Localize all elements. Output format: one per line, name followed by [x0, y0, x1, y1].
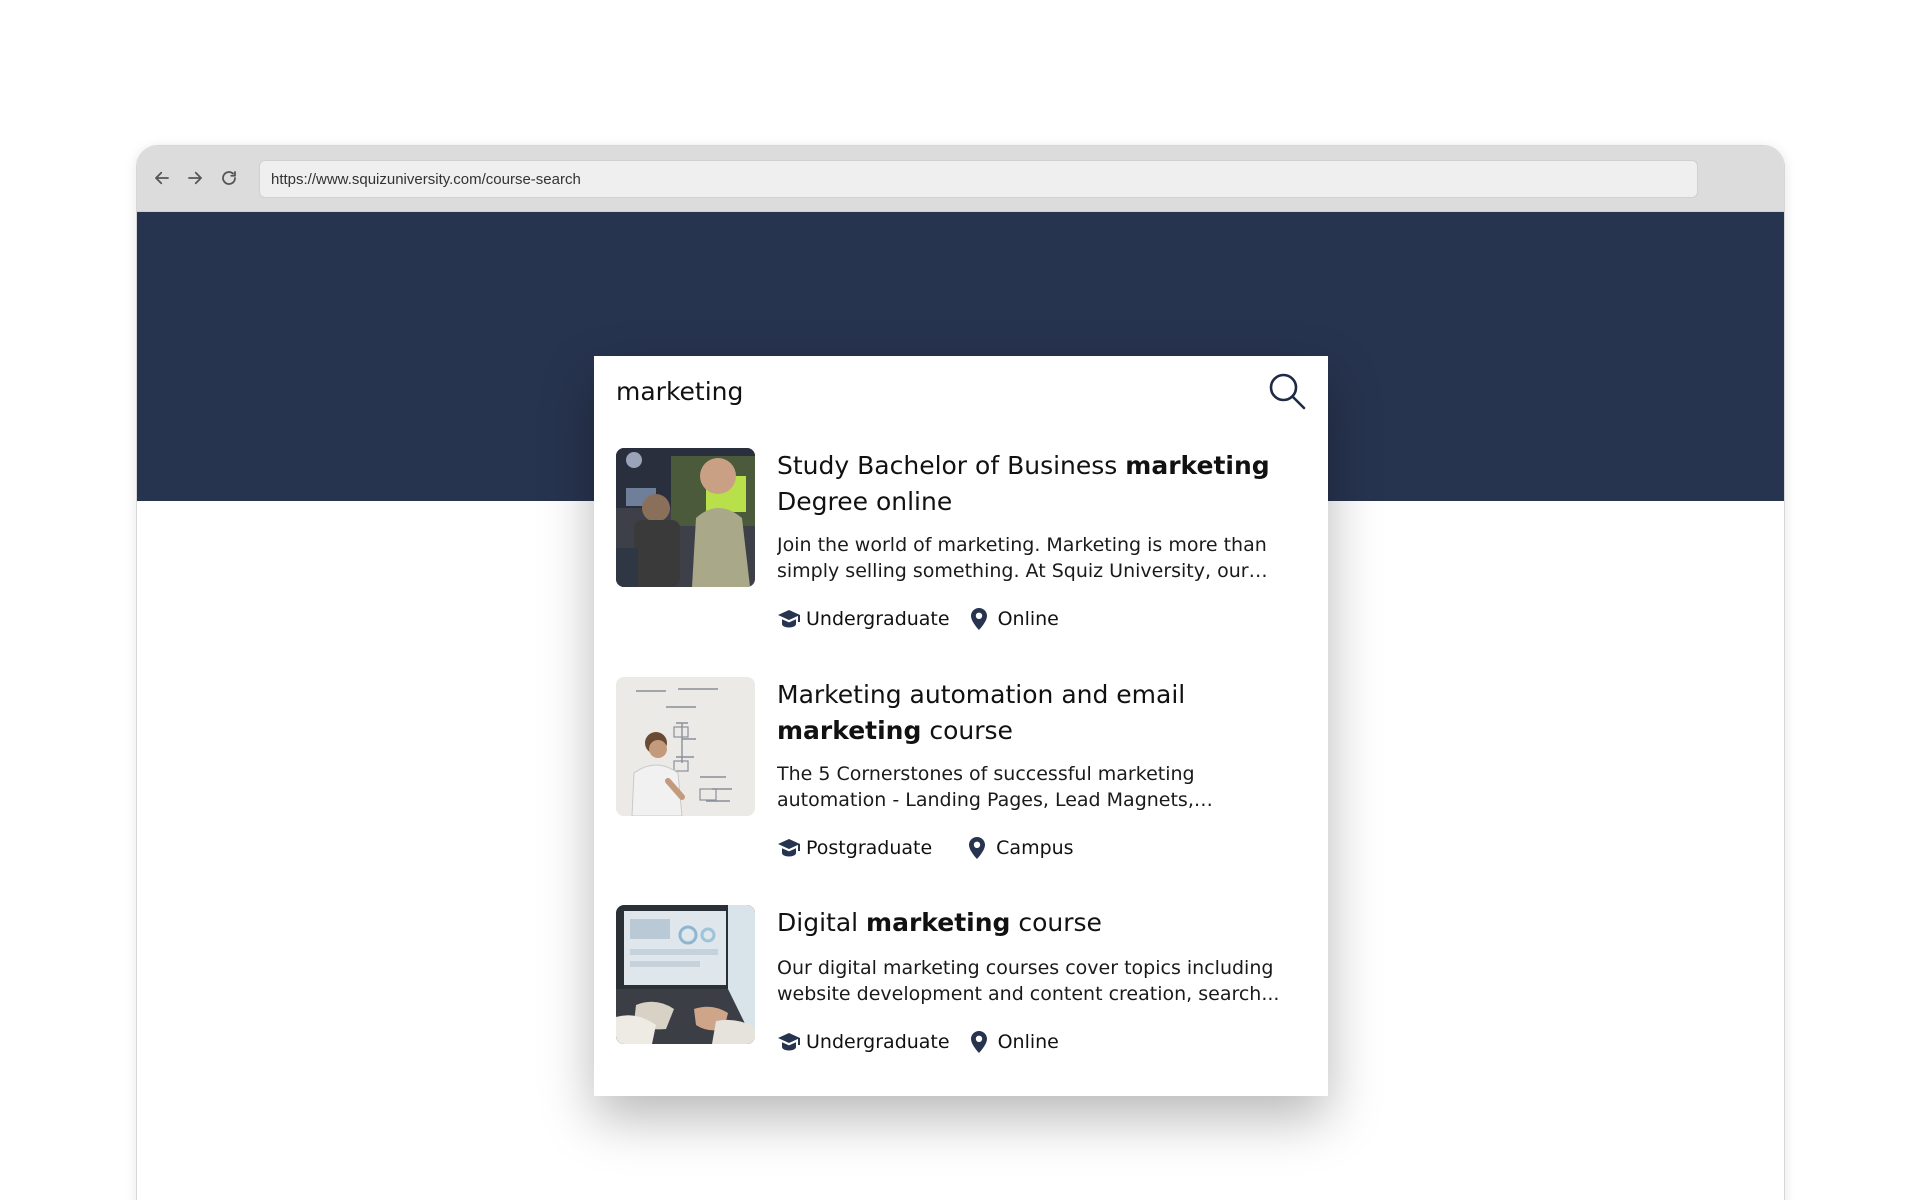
search-bar [594, 356, 1328, 426]
search-result-2[interactable]: Marketing automation and email marketing… [616, 677, 1306, 877]
reload-button[interactable] [216, 165, 242, 191]
search-panel: Study Bachelor of Business marketing Deg… [594, 356, 1328, 1096]
result-title-text: Digital [777, 908, 867, 937]
result-meta: Undergraduate Online [777, 1029, 1307, 1055]
result-thumbnail [616, 448, 755, 587]
course-level-text: Postgraduate [806, 837, 933, 859]
result-meta: Postgraduate Campus [777, 835, 1307, 861]
map-pin-icon [970, 608, 987, 630]
result-photo-laptop [616, 905, 755, 1044]
graduation-cap-icon [778, 610, 800, 628]
forward-button[interactable] [182, 165, 208, 191]
search-icon [1269, 373, 1306, 410]
course-level: Undergraduate [777, 1030, 950, 1054]
search-result-1[interactable]: Study Bachelor of Business marketing Deg… [616, 448, 1306, 648]
url-text: https://www.squizuniversity.com/course-s… [271, 170, 581, 188]
result-title-text: Study Bachelor of Business [777, 451, 1126, 480]
result-description: Our digital marketing courses cover topi… [777, 957, 1280, 1005]
map-pin-icon [969, 837, 986, 859]
result-photo-whiteboard [616, 677, 755, 816]
result-title-highlight: marketing [1125, 451, 1270, 480]
search-result-3[interactable]: Digital marketing course Our digital mar… [616, 905, 1306, 1075]
course-location: Campus [968, 837, 1074, 859]
map-pin-icon [970, 1031, 987, 1053]
result-title[interactable]: Digital marketing course [777, 905, 1307, 941]
graduation-cap-icon [778, 839, 800, 857]
result-title[interactable]: Marketing automation and email marketing… [777, 677, 1307, 749]
course-location-text: Campus [996, 837, 1074, 859]
result-meta: Undergraduate Online [777, 606, 1307, 632]
result-title-text: Marketing automation and email [777, 680, 1186, 709]
address-bar[interactable]: https://www.squizuniversity.com/course-s… [259, 160, 1698, 198]
result-title-text: course [921, 716, 1013, 745]
result-title-highlight: marketing [866, 908, 1011, 937]
result-description: Join the world of marketing. Marketing i… [777, 534, 1267, 582]
course-location-text: Online [997, 1031, 1059, 1053]
arrow-right-icon [188, 171, 202, 185]
back-button[interactable] [149, 165, 175, 191]
course-level: Undergraduate [777, 607, 950, 631]
course-location: Online [970, 1031, 1059, 1053]
result-title[interactable]: Study Bachelor of Business marketing Deg… [777, 448, 1307, 520]
arrow-left-icon [155, 171, 169, 185]
result-body: Study Bachelor of Business marketing Deg… [777, 448, 1307, 632]
search-button[interactable] [1266, 370, 1308, 412]
course-level-text: Undergraduate [806, 1031, 950, 1053]
result-thumbnail [616, 905, 755, 1044]
result-body: Marketing automation and email marketing… [777, 677, 1307, 861]
result-title-text: Degree online [777, 487, 953, 516]
reload-icon [222, 171, 236, 185]
course-level: Postgraduate [777, 836, 932, 860]
browser-toolbar: https://www.squizuniversity.com/course-s… [137, 146, 1784, 212]
result-thumbnail [616, 677, 755, 816]
result-body: Digital marketing course Our digital mar… [777, 905, 1307, 1055]
result-title-highlight: marketing [777, 716, 922, 745]
course-level-text: Undergraduate [806, 608, 950, 630]
search-input[interactable] [616, 368, 1236, 414]
course-location-text: Online [997, 608, 1059, 630]
course-location: Online [970, 608, 1059, 630]
result-photo-people [616, 448, 755, 587]
result-title-text: course [1010, 908, 1102, 937]
graduation-cap-icon [778, 1033, 800, 1051]
result-description: The 5 Cornerstones of successful marketi… [777, 763, 1195, 811]
